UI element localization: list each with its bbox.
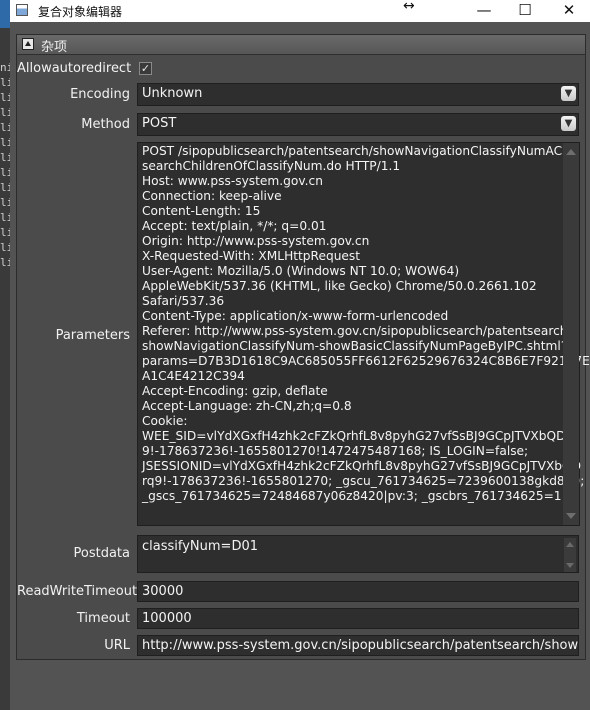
background-window-strip: ni li li li li li li li li li li li li l… — [0, 0, 14, 710]
parameters-line: searchChildrenOfClassifyNum.do HTTP/1.1 — [142, 159, 401, 173]
url-label: URL — [104, 638, 130, 653]
close-button[interactable]: ✕ — [551, 0, 587, 22]
timeout-value: 100000 — [142, 611, 192, 626]
scroll-down-icon[interactable] — [566, 513, 576, 519]
parameters-line: AppleWebKit/537.36 (KHTML, like Gecko) C… — [142, 279, 537, 293]
parameters-textarea[interactable]: POST /sipopublicsearch/patentsearch/show… — [137, 142, 590, 526]
collapse-icon[interactable] — [22, 38, 34, 50]
parameters-label: Parameters — [55, 328, 130, 343]
minimize-button[interactable]: — — [466, 0, 502, 22]
method-label: Method — [81, 117, 130, 132]
property-grid: 杂项 Allowautoredirect ✓ Encoding Unknown … — [16, 34, 590, 660]
scroll-up-icon[interactable] — [566, 542, 574, 547]
window-title: 复合对象编辑器 — [38, 5, 123, 19]
parameters-line: WEE_SID=vlYdXGxfH4zhk2cFZkQrhfL8v8pyhG27… — [142, 429, 579, 443]
parameters-line: A1C4E4212C394 — [142, 369, 245, 383]
postdata-label: Postdata — [73, 546, 130, 561]
scroll-up-icon[interactable] — [566, 149, 576, 155]
chevron-down-icon[interactable]: ▼ — [561, 86, 576, 101]
parameters-line: Content-Type: application/x-www-form-url… — [142, 309, 449, 323]
url-input[interactable]: http://www.pss-system.gov.cn/sipopublics… — [137, 635, 579, 656]
section-label: 杂项 — [41, 40, 68, 55]
parameters-line: Accept-Language: zh-CN,zh;q=0.8 — [142, 399, 352, 413]
title-bar[interactable]: 复合对象编辑器 ↔ — ☐ ✕ — [10, 0, 590, 22]
app-icon — [16, 4, 28, 16]
readwritetimeout-input[interactable]: 30000 — [137, 581, 579, 602]
parameters-line: Referer: http://www.pss-system.gov.cn/si… — [142, 324, 572, 338]
parameters-line: Host: www.pss-system.gov.cn — [142, 174, 323, 188]
parameters-line: X-Requested-With: XMLHttpRequest — [142, 249, 361, 263]
timeout-input[interactable]: 100000 — [137, 608, 579, 629]
readwritetimeout-value: 30000 — [142, 584, 184, 599]
parameters-line: Cookie: — [142, 414, 188, 428]
parameters-line: showNavigationClassifyNum-showBasicClass… — [142, 339, 568, 353]
parameters-line: Connection: keep-alive — [142, 189, 282, 203]
parameters-line: POST /sipopublicsearch/patentsearch/show… — [142, 144, 568, 158]
method-value: POST — [142, 116, 177, 131]
postdata-value: classifyNum=D01 — [142, 539, 258, 554]
parameters-line: Safari/537.36 — [142, 294, 225, 308]
parameters-line: Accept-Encoding: gzip, deflate — [142, 384, 328, 398]
url-value: http://www.pss-system.gov.cn/sipopublics… — [142, 638, 579, 653]
parameters-text: POST /sipopublicsearch/patentsearch/show… — [142, 144, 590, 504]
parameters-line: 9!-178637236!-1655801270!1472475487168; … — [142, 444, 529, 458]
background-window-header — [0, 0, 10, 28]
timeout-label: Timeout — [76, 611, 130, 626]
parameters-line: rq9!-178637236!-1655801270; _gscu_761734… — [142, 474, 585, 488]
encoding-select[interactable]: Unknown ▼ — [137, 83, 579, 106]
parameters-line: User-Agent: Mozilla/5.0 (Windows NT 10.0… — [142, 264, 460, 278]
allowautoredirect-label: Allowautoredirect — [17, 61, 132, 76]
editor-window: 复合对象编辑器 ↔ — ☐ ✕ 杂项 Allowautoredirect ✓ E… — [10, 0, 590, 710]
parameters-line: params=D7B3D1618C9AC685055FF6612F6252967… — [142, 354, 590, 368]
background-window-text: ni li li li li li li li li li li li li l… — [0, 61, 14, 269]
method-select[interactable]: POST ▼ — [137, 113, 579, 136]
postdata-textarea[interactable]: classifyNum=D01 — [137, 535, 579, 573]
postdata-scrollbar[interactable] — [564, 538, 576, 572]
encoding-value: Unknown — [142, 86, 203, 101]
section-header-misc[interactable]: 杂项 — [17, 35, 585, 55]
scroll-down-icon[interactable] — [566, 563, 574, 568]
parameters-line: Content-Length: 15 — [142, 204, 261, 218]
parameters-scrollbar[interactable] — [563, 143, 579, 525]
readwritetimeout-label: ReadWriteTimeout — [17, 584, 138, 599]
chevron-down-icon[interactable]: ▼ — [561, 116, 576, 131]
allowautoredirect-checkbox[interactable]: ✓ — [139, 62, 152, 75]
parameters-line: Origin: http://www.pss-system.gov.cn — [142, 234, 370, 248]
parameters-line: JSESSIONID=vlYdXGxfH4zhk2cFZkQrhfL8v8pyh… — [142, 459, 582, 473]
encoding-label: Encoding — [70, 87, 130, 102]
parameters-line: Accept: text/plain, */*; q=0.01 — [142, 219, 327, 233]
resize-cursor-icon: ↔ — [403, 0, 415, 14]
parameters-line: _gscs_761734625=72484687y06z8420|pv:3; _… — [142, 489, 562, 503]
maximize-button[interactable]: ☐ — [507, 0, 543, 22]
